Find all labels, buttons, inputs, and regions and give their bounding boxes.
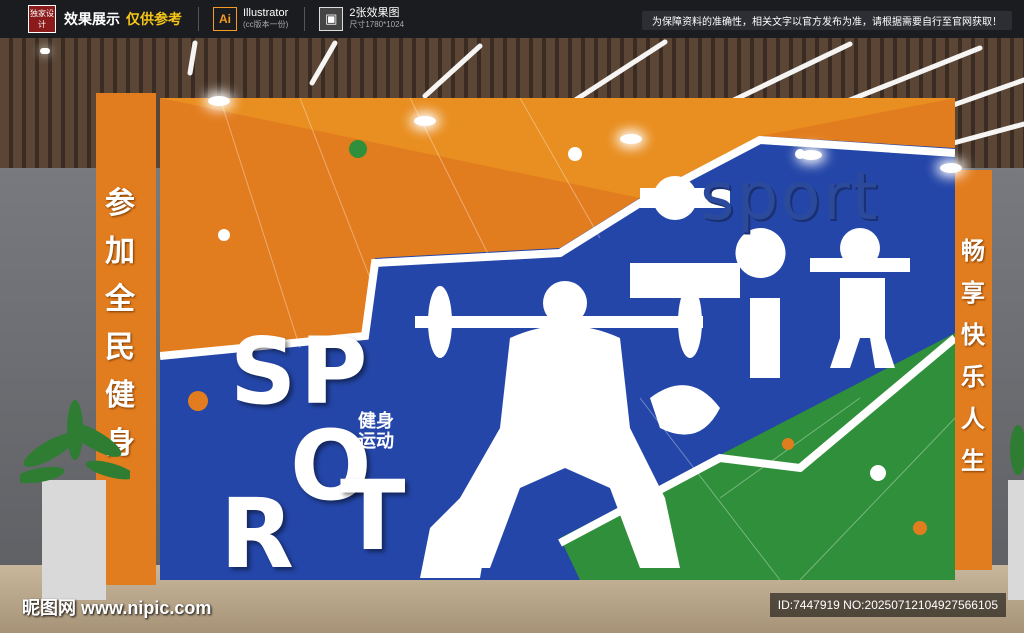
- notice-banner: 为保障资料的准确性，相关文字以官方发布为准，请根据需要自行至官网获取！: [642, 11, 1012, 30]
- sports-mural-wall: S P O R T 健身运动 sport: [160, 98, 955, 580]
- watermark-id: ID:7447919 NO:20250712104927566105: [769, 593, 1006, 617]
- header-reference: 仅供参考: [126, 11, 182, 27]
- illustrator-icon: Ai: [213, 7, 237, 31]
- potted-plant-left: [20, 400, 130, 600]
- image-size: 尺寸1780*1024: [349, 20, 405, 29]
- fitness-sport-label: 健身运动: [358, 411, 394, 452]
- image-count: 2张效果图: [349, 7, 400, 19]
- spotlight: [940, 163, 962, 173]
- letter-s: S: [230, 318, 297, 425]
- divider: [304, 7, 306, 31]
- right-slogan: 畅 享 快 乐 人 生: [961, 237, 985, 475]
- potted-plant-right: [1008, 425, 1024, 600]
- spotlight: [800, 150, 822, 160]
- letter-r: R: [220, 478, 294, 580]
- spotlight: [620, 134, 642, 144]
- sport-sign-word: sport: [700, 158, 880, 235]
- software-name: Illustrator: [243, 7, 289, 19]
- letter-p: P: [300, 318, 368, 425]
- letter-t: T: [340, 460, 406, 572]
- image-icon: ▣: [319, 7, 344, 31]
- spotlight: [414, 116, 436, 126]
- divider: [198, 7, 199, 31]
- header-bar: 独家设计 效果展示 仅供参考 Ai Illustrator (cc版本一份) ▣…: [0, 0, 1024, 38]
- software-version: (cc版本一份): [243, 20, 289, 29]
- header-title: 效果展示: [64, 11, 120, 27]
- image-info: 2张效果图 尺寸1780*1024: [349, 7, 404, 31]
- watermark-site: 昵图网 www.nipic.com: [22, 598, 212, 618]
- brand-logo: 独家设计: [28, 5, 56, 33]
- software-info: Illustrator (cc版本一份): [243, 7, 288, 31]
- spotlight: [208, 96, 230, 106]
